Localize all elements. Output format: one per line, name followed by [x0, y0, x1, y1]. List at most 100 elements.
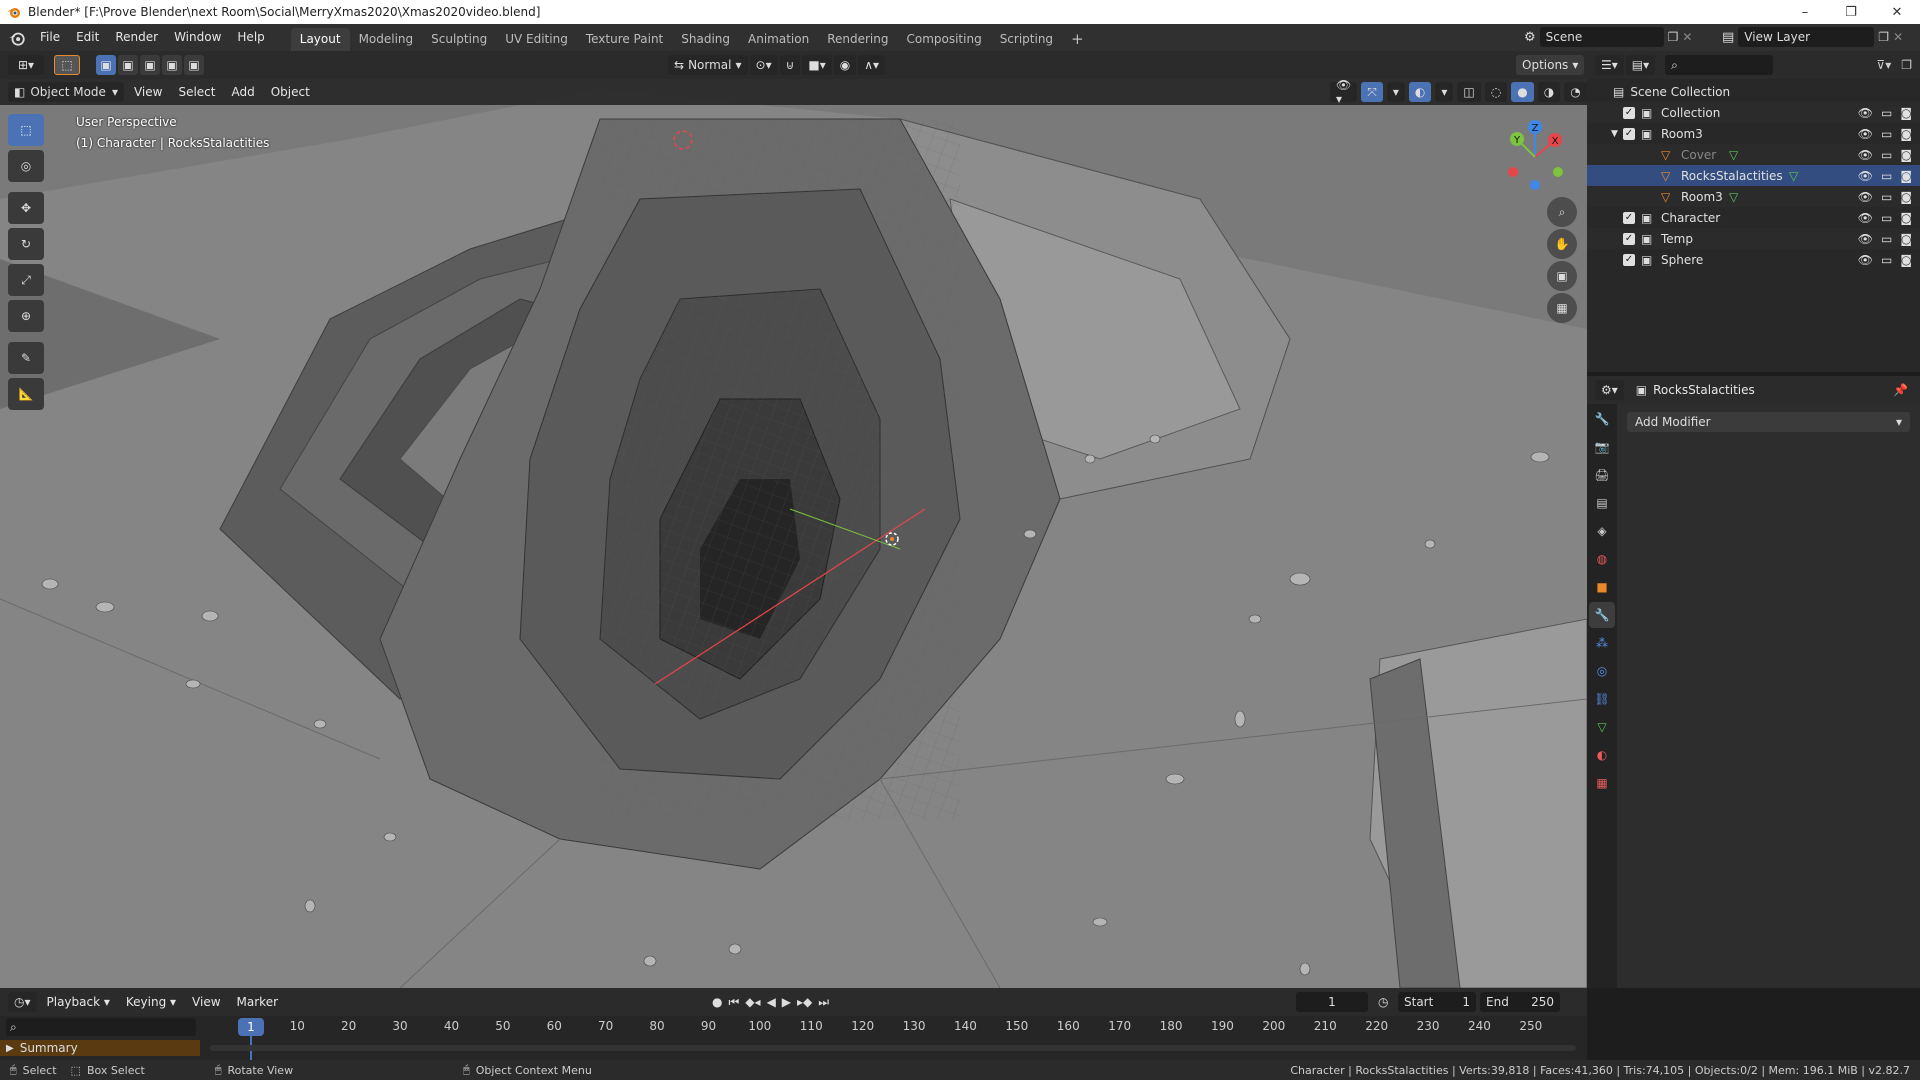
timeline-menu-view[interactable]: View — [184, 989, 228, 1016]
tab-modeling[interactable]: Modeling — [350, 28, 423, 51]
mode-intersect-icon[interactable]: ▣ — [184, 55, 204, 75]
render-icon[interactable]: 📷 — [1589, 434, 1615, 460]
outliner-row[interactable]: ✓ ▣ Collection 👁 ▭ ◙ — [1587, 102, 1920, 123]
world-icon[interactable]: ◍ — [1589, 546, 1615, 572]
timeline-editor-type[interactable]: ◷▾ — [8, 992, 37, 1012]
viewport-disable-icon[interactable]: ▭ — [1881, 211, 1892, 225]
visibility-eye-icon[interactable]: 👁 — [1858, 106, 1873, 120]
tab-compositing[interactable]: Compositing — [897, 28, 990, 51]
tab-layout[interactable]: Layout — [290, 28, 350, 51]
viewport-disable-icon[interactable]: ▭ — [1881, 127, 1892, 141]
mode-subtract-icon[interactable]: ▣ — [140, 55, 160, 75]
select-box-tool[interactable]: ⬚ — [8, 114, 44, 146]
menu-render[interactable]: Render — [107, 24, 166, 51]
cursor-tool[interactable]: ◎ — [8, 150, 44, 182]
falloff-dropdown[interactable]: ∧▾ — [858, 55, 886, 75]
tab-sculpting[interactable]: Sculpting — [422, 28, 496, 51]
outliner-row[interactable]: ✓ ▣ Character 👁 ▭ ◙ — [1587, 207, 1920, 228]
viewport-disable-icon[interactable]: ▭ — [1881, 190, 1892, 204]
camera-view-icon[interactable]: ▣ — [1547, 261, 1577, 291]
visibility-eye-icon[interactable]: 👁 — [1858, 232, 1873, 246]
render-camera-icon[interactable]: ◙ — [1900, 232, 1912, 246]
filter-icon[interactable]: ⊽▾ — [1876, 58, 1891, 72]
visibility-eye-icon[interactable]: 👁 — [1858, 211, 1873, 225]
scale-tool[interactable]: ⤢ — [8, 264, 44, 296]
visibility-eye-icon[interactable]: 👁 — [1858, 127, 1873, 141]
mode-extend-icon[interactable]: ▣ — [118, 55, 138, 75]
gizmo-dropdown[interactable]: ▾ — [1386, 82, 1405, 102]
shading-solid[interactable]: ● — [1511, 82, 1534, 102]
properties-editor-type[interactable]: ⚙▾ — [1595, 380, 1624, 400]
menu-file[interactable]: File — [32, 24, 68, 51]
modifier-icon[interactable]: 🔧 — [1589, 602, 1615, 628]
outliner-row[interactable]: ▽ RocksStalactities ▽ 👁 ▭ ◙ — [1587, 165, 1920, 186]
render-camera-icon[interactable]: ◙ — [1900, 148, 1912, 162]
zoom-icon[interactable]: ⌕ — [1547, 197, 1577, 227]
viewport-menu-add[interactable]: Add — [223, 79, 262, 106]
scene-icon[interactable]: ⚙ — [1524, 30, 1536, 45]
mode-set-icon[interactable]: ▣ — [96, 55, 116, 75]
visibility-eye-icon[interactable]: 👁 — [1858, 190, 1873, 204]
minimize-button[interactable]: – — [1782, 0, 1828, 24]
prev-keyframe-icon[interactable]: ◆◂ — [745, 995, 760, 1009]
add-workspace-button[interactable]: + — [1062, 28, 1093, 51]
outliner-row[interactable]: ▽ Cover ▽ 👁 ▭ ◙ — [1587, 144, 1920, 165]
tab-scripting[interactable]: Scripting — [991, 28, 1062, 51]
outliner-search-input[interactable]: ⌕ — [1665, 55, 1774, 75]
constraints-icon[interactable]: ⛓ — [1589, 686, 1615, 712]
menu-help[interactable]: Help — [229, 24, 272, 51]
display-mode-dropdown[interactable]: ▤▾ — [1625, 55, 1656, 75]
timeline-scrollbar[interactable] — [210, 1045, 1576, 1051]
pan-hand-icon[interactable]: ✋ — [1547, 229, 1577, 259]
current-frame-field[interactable]: 1 — [1296, 992, 1368, 1012]
rotate-tool[interactable]: ↻ — [8, 228, 44, 260]
collection-checkbox[interactable]: ✓ — [1623, 232, 1635, 245]
jump-start-icon[interactable]: ⏮ — [728, 995, 739, 1010]
outliner-row[interactable]: ▼ ✓ ▣ Room3 👁 ▭ ◙ — [1587, 123, 1920, 144]
blender-menu-icon[interactable] — [8, 29, 26, 47]
pin-icon[interactable]: 📌 — [1893, 383, 1908, 397]
navigation-gizmo[interactable]: Z X Y — [1495, 117, 1575, 197]
remove-scene-icon[interactable]: ✕ — [1682, 30, 1692, 44]
new-scene-icon[interactable]: ❐ — [1668, 30, 1679, 44]
viewport-menu-view[interactable]: View — [126, 79, 170, 106]
tool-icon[interactable]: 🔧 — [1589, 406, 1615, 432]
outliner-row[interactable]: ✓ ▣ Temp 👁 ▭ ◙ — [1587, 228, 1920, 249]
menu-window[interactable]: Window — [166, 24, 229, 51]
shading-rendered[interactable]: ◔ — [1564, 82, 1587, 102]
preview-range-icon[interactable]: ◷ — [1378, 995, 1388, 1009]
snap-toggle[interactable]: ⊍ — [779, 55, 801, 75]
viewport-menu-object[interactable]: Object — [263, 79, 318, 106]
visibility-eye-icon[interactable]: 👁 — [1858, 148, 1873, 162]
end-frame-field[interactable]: End 250 — [1480, 992, 1560, 1012]
mesh-data-icon[interactable]: ▽ — [1729, 148, 1738, 162]
visibility-eye-icon[interactable]: 👁 — [1858, 253, 1873, 267]
tab-shading[interactable]: Shading — [672, 28, 739, 51]
tab-animation[interactable]: Animation — [739, 28, 818, 51]
visibility-eye-icon[interactable]: 👁 — [1858, 169, 1873, 183]
outliner-row[interactable]: ✓ ▣ Sphere 👁 ▭ ◙ — [1587, 249, 1920, 270]
proportional-toggle[interactable]: ◉ — [833, 55, 857, 75]
outliner-row[interactable]: ▽ Room3 ▽ 👁 ▭ ◙ — [1587, 186, 1920, 207]
render-camera-icon[interactable]: ◙ — [1900, 253, 1912, 267]
render-camera-icon[interactable]: ◙ — [1900, 127, 1912, 141]
summary-channel[interactable]: ▶ Summary — [0, 1040, 200, 1056]
overlay-toggle[interactable]: ◐ — [1408, 82, 1432, 102]
timeline-menu-marker[interactable]: Marker — [229, 989, 286, 1016]
remove-view-layer-icon[interactable]: ✕ — [1893, 30, 1903, 44]
viewport-menu-select[interactable]: Select — [170, 79, 223, 106]
outliner-scene-collection[interactable]: ▤ Scene Collection — [1587, 81, 1920, 102]
object-mode-dropdown[interactable]: ◧ Object Mode ▾ — [8, 82, 124, 102]
timeline-body[interactable]: ⌕ 1 10 20 30 40 50 60 70 80 90 100 110 120 130 140 150… — [0, 1016, 1587, 1060]
viewport-disable-icon[interactable]: ▭ — [1881, 169, 1892, 183]
viewport-disable-icon[interactable]: ▭ — [1881, 148, 1892, 162]
editor-type-button[interactable]: ⊞▾ — [8, 55, 44, 75]
tab-uv-editing[interactable]: UV Editing — [496, 28, 577, 51]
collection-checkbox[interactable]: ✓ — [1623, 106, 1635, 119]
collection-checkbox[interactable]: ✓ — [1623, 127, 1635, 140]
tab-rendering[interactable]: Rendering — [818, 28, 897, 51]
material-icon[interactable]: ◐ — [1589, 742, 1615, 768]
viewport-disable-icon[interactable]: ▭ — [1881, 253, 1892, 267]
next-keyframe-icon[interactable]: ▸◆ — [797, 995, 812, 1009]
data-icon[interactable]: ▽ — [1589, 714, 1615, 740]
